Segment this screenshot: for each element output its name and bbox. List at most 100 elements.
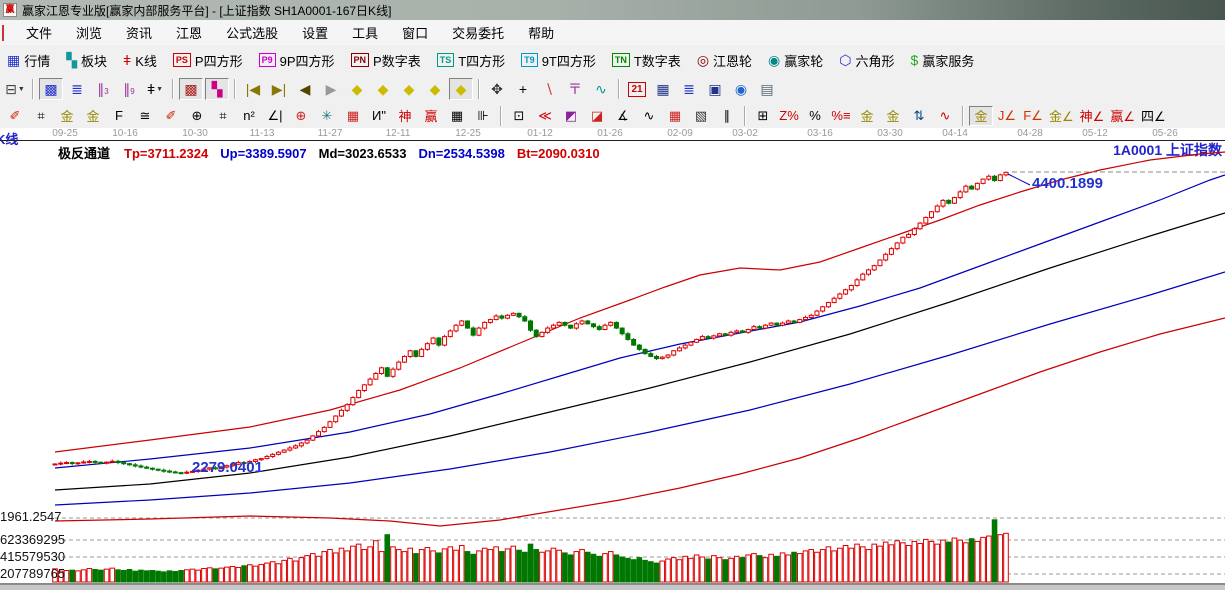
hand-tool-icon[interactable]: ✥ — [485, 78, 509, 100]
candle-type-icon[interactable]: ǂ▼ — [143, 78, 167, 100]
star-web-icon[interactable]: ✳ — [315, 106, 339, 126]
gold-ruler-1-icon[interactable]: 金 — [55, 106, 79, 126]
percent-lines-icon[interactable]: %≡ — [829, 106, 853, 126]
toolbar-9t-square[interactable]: T99T四方形 — [518, 49, 599, 72]
nav-next-icon[interactable]: ▶ — [319, 78, 343, 100]
diamond-full-icon[interactable]: ◆ — [449, 78, 473, 100]
minchart-9-icon[interactable]: ∥9 — [117, 78, 141, 100]
f-ruler-icon[interactable]: F — [107, 106, 131, 126]
toolbar-sectors[interactable]: ▚板块 — [63, 49, 110, 72]
f-angle-icon[interactable]: F∠ — [1021, 106, 1045, 126]
period-combo-icon[interactable]: ⊟▼ — [3, 78, 27, 100]
gold-lines-icon[interactable]: 金 — [881, 106, 905, 126]
updown-mark-icon[interactable]: ⇅ — [907, 106, 931, 126]
j-angle-icon[interactable]: J∠ — [995, 106, 1019, 126]
market-map-icon[interactable]: ▩ — [39, 78, 63, 100]
grid-2-icon[interactable]: ▦ — [445, 106, 469, 126]
notes-icon[interactable]: ≣ — [677, 78, 701, 100]
red-grid-icon[interactable]: ▦ — [663, 106, 687, 126]
wave-tool-icon[interactable]: ∿ — [589, 78, 613, 100]
print-icon[interactable]: ▤ — [755, 78, 779, 100]
toolbar-p-square[interactable]: PSP四方形 — [170, 49, 246, 72]
gann-map-icon[interactable]: ▩ — [179, 78, 203, 100]
grid-arrow-icon[interactable]: ▧ — [689, 106, 713, 126]
crosshair-tool-icon[interactable]: + — [511, 78, 535, 100]
drawing-toolbar: ✐⌗金金F≅✐⊕⌗n²∠|⊕✳▦И"神赢▦⊪⊡≪◩◪∡∿▦▧∥⊞Z%%%≡金金⇅… — [0, 103, 1225, 129]
n2-icon[interactable]: n² — [237, 106, 261, 126]
dock-handle-icon — [2, 25, 8, 41]
toolbar-p-table[interactable]: PNP数字表 — [348, 49, 424, 72]
nav-last-icon[interactable]: ▶| — [267, 78, 291, 100]
chart-area[interactable]: K线 09-2510-1610-3011-1311-2712-1112-2501… — [0, 128, 1225, 590]
toolbar-winner-service[interactable]: $赢家服务 — [908, 49, 978, 72]
wave-mark-icon[interactable]: И" — [367, 106, 391, 126]
winner-service-icon: $ — [911, 52, 919, 68]
web-icon[interactable]: ◉ — [729, 78, 753, 100]
menu-公式选股[interactable]: 公式选股 — [214, 20, 290, 45]
line-tool-icon[interactable]: ∖ — [537, 78, 561, 100]
gold-angle-2-icon[interactable]: 金∠ — [1047, 106, 1076, 126]
red-fan-icon[interactable]: ≪ — [533, 106, 557, 126]
menu-浏览[interactable]: 浏览 — [64, 20, 114, 45]
diamond-left-icon[interactable]: ◆ — [345, 78, 369, 100]
toolbar-kline[interactable]: ǂK线 — [120, 49, 160, 72]
spiral-icon[interactable]: ≅ — [133, 106, 157, 126]
win-tool-icon[interactable]: 赢 — [419, 106, 443, 126]
gold-angle-icon[interactable]: 金 — [969, 106, 993, 126]
parallel-icon[interactable]: ∥ — [715, 106, 739, 126]
compass-icon[interactable]: ⊕ — [185, 106, 209, 126]
ruler-2-icon[interactable]: ⌗ — [211, 106, 235, 126]
calendar-icon[interactable]: 21 — [625, 78, 649, 100]
gann-tool-icon[interactable]: 〒 — [563, 78, 587, 100]
menu-江恩[interactable]: 江恩 — [164, 20, 214, 45]
menu-帮助[interactable]: 帮助 — [516, 20, 566, 45]
pencil-icon[interactable]: ✐ — [3, 106, 27, 126]
menu-设置[interactable]: 设置 — [290, 20, 340, 45]
angle-mirror-icon[interactable]: ∠| — [263, 106, 287, 126]
minchart-3-icon[interactable]: ∥3 — [91, 78, 115, 100]
red-wave-icon[interactable]: ∿ — [933, 106, 957, 126]
bars-stat-icon[interactable]: ⊞ — [751, 106, 775, 126]
diamond-expand-icon[interactable]: ◆ — [397, 78, 421, 100]
toolbar-t-table[interactable]: TNT数字表 — [609, 49, 684, 72]
menu-窗口[interactable]: 窗口 — [390, 20, 440, 45]
gold-coin-icon[interactable]: 金 — [855, 106, 879, 126]
save-icon[interactable]: ▣ — [703, 78, 727, 100]
nav-prev-icon[interactable]: ◀ — [293, 78, 317, 100]
z-percent-icon[interactable]: Z% — [777, 106, 801, 126]
purple-fan-icon[interactable]: ◩ — [559, 106, 583, 126]
menu-工具[interactable]: 工具 — [340, 20, 390, 45]
toolbar-quotes[interactable]: ▦行情 — [4, 49, 53, 72]
shen-angle-icon[interactable]: 神∠ — [1078, 106, 1107, 126]
grid-box-icon[interactable]: ▦ — [341, 106, 365, 126]
toolbar-hexagon[interactable]: ⬡六角形 — [836, 49, 897, 72]
angle-lines-icon[interactable]: ∡ — [611, 106, 635, 126]
red-target-icon[interactable]: ⊕ — [289, 106, 313, 126]
toolbar-9p-square[interactable]: P99P四方形 — [256, 49, 338, 72]
shen-tool-icon[interactable]: 神 — [393, 106, 417, 126]
color-chart-icon[interactable]: ▚ — [205, 78, 229, 100]
ruler-icon[interactable]: ⌗ — [29, 106, 53, 126]
gold-ruler-2-icon[interactable]: 金 — [81, 106, 105, 126]
menu-文件[interactable]: 文件 — [14, 20, 64, 45]
quote-list-icon[interactable]: ≣ — [65, 78, 89, 100]
menu-资讯[interactable]: 资讯 — [114, 20, 164, 45]
pole-icon[interactable]: ⊪ — [471, 106, 495, 126]
box-ruler-icon[interactable]: ⊡ — [507, 106, 531, 126]
four-angle-icon[interactable]: 四∠ — [1139, 106, 1168, 126]
diamond-right-icon[interactable]: ◆ — [371, 78, 395, 100]
toolbar-t-square[interactable]: TST四方形 — [434, 49, 508, 72]
kline-chart[interactable] — [0, 128, 1225, 590]
red-fan-box-icon[interactable]: ◪ — [585, 106, 609, 126]
percent-icon[interactable]: % — [803, 106, 827, 126]
toolbar-winner-wheel[interactable]: ◉赢家轮 — [765, 49, 826, 72]
menu-交易委托[interactable]: 交易委托 — [440, 20, 516, 45]
diamond-shrink-icon[interactable]: ◆ — [423, 78, 447, 100]
zigzag-icon[interactable]: ∿ — [637, 106, 661, 126]
title-bar[interactable]: 赢 赢家江恩专业版[赢家内部服务平台] - [上证指数 SH1A0001-167… — [0, 0, 1225, 20]
win-angle-icon[interactable]: 赢∠ — [1108, 106, 1137, 126]
nav-first-icon[interactable]: |◀ — [241, 78, 265, 100]
toolbar-gann-wheel[interactable]: ◎江恩轮 — [694, 49, 755, 72]
red-pencil-icon[interactable]: ✐ — [159, 106, 183, 126]
calculator-icon[interactable]: ▦ — [651, 78, 675, 100]
